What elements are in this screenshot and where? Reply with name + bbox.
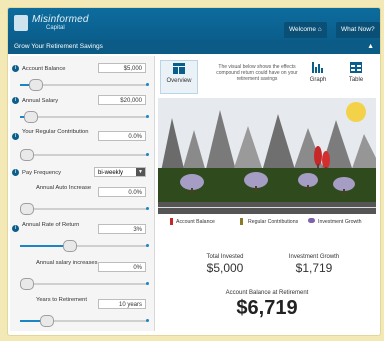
overview-note: The visual below shows the effects compo… [216,64,298,82]
control-label: Annual Auto Increase [36,185,92,191]
annual-auto-increase-slider[interactable] [20,203,149,215]
slider-fill [20,245,69,247]
info-circle-icon[interactable]: i [12,225,19,232]
regular-contribution-input[interactable]: 0.0% [98,131,146,141]
total-invested-value: $5,000 [206,261,244,275]
bar-chart-icon [312,62,323,73]
control-annual-salary: i Annual Salary $20,000 [10,94,154,124]
legend-investment-growth: Investment Growth [318,219,362,225]
tab-label: Table [348,77,364,83]
control-pay-frequency: i Pay Frequency bi-weekly ▼ [10,166,154,180]
account-balance-input[interactable]: $5,000 [98,63,146,73]
top-bar: Misinformed Capital Welcome ⌂ What Now? … [8,8,380,49]
info-circle-icon[interactable]: i [12,65,19,72]
home-icon: ⌂ [317,26,322,33]
sun-icon [346,102,366,122]
section-title: Grow Your Retirement Savings [14,43,103,50]
app-frame: Misinformed Capital Welcome ⌂ What Now? … [8,8,380,335]
results-panel: Overview The visual below shows the effe… [158,56,376,331]
slider-end-dot [146,115,149,118]
slider-thumb[interactable] [39,315,54,327]
slider-thumb[interactable] [62,240,77,252]
info-circle-icon[interactable]: i [12,133,19,140]
info-circle-icon[interactable]: i [12,97,19,104]
tab-overview[interactable]: Overview [160,60,198,94]
slider-thumb[interactable] [29,79,44,91]
info-circle-icon[interactable]: i [12,169,19,176]
slider-thumb[interactable] [20,149,35,161]
annual-salary-increases-slider[interactable] [20,278,149,290]
logo-mark-icon [14,15,28,31]
annual-salary-slider[interactable] [20,111,149,123]
years-to-retirement-slider[interactable] [20,315,149,327]
annual-auto-increase-input[interactable]: 0.0% [98,187,146,197]
tab-label: Graph [309,77,327,83]
slider-end-dot [146,244,149,247]
years-to-retirement-input[interactable]: 10 years [98,299,146,309]
balance-at-retirement-value: $6,719 [236,297,298,319]
annual-salary-increases-input[interactable]: 0% [98,262,146,272]
annual-salary-input[interactable]: $20,000 [98,95,146,105]
regular-contribution-slider[interactable] [20,149,149,161]
control-years-to-retirement: Years to Retirement 10 years [10,296,154,330]
section-header: Grow Your Retirement Savings ▲ [8,40,380,54]
slider-end-dot [146,153,149,156]
legend-swatch-regular-contributions [240,218,243,225]
investment-growth-value: $1,719 [295,261,333,275]
legend-swatch-investment-growth [308,218,315,223]
what-now-label: What Now? [341,26,375,33]
what-now-button[interactable]: What Now? ℹ [336,22,380,49]
tab-graph[interactable]: Graph [300,60,336,92]
tab-label: Overview [166,78,192,84]
legend-regular-contributions: Regular Contributions [248,219,299,225]
investment-growth-label: Investment Growth [288,254,340,260]
slider-thumb[interactable] [20,278,35,290]
control-regular-contribution: i Your Regular Contribution 0.0% [10,128,154,164]
legend-swatch-account-balance [170,218,173,225]
legend-account-balance: Account Balance [176,219,215,225]
control-annual-salary-increases: Annual salary increases 0% [10,259,154,293]
landscape-illustration [158,98,376,214]
total-invested-label: Total Invested [206,254,244,260]
balance-at-retirement-label: Account Balance at Retirement [225,290,309,296]
visual-legend: Account Balance Regular Contributions In… [158,216,376,228]
welcome-button[interactable]: Welcome ⌂ [284,22,327,38]
slider-end-dot [146,207,149,210]
control-label: Annual Salary [22,98,59,104]
tab-table[interactable]: Table [338,60,374,92]
brand-tagline: Capital [46,25,65,31]
pay-frequency-select[interactable]: bi-weekly ▼ [94,167,146,177]
table-icon [350,62,362,73]
control-annual-auto-increase: Annual Auto Increase 0.0% [10,184,154,218]
slider-end-dot [146,282,149,285]
annual-rate-of-return-slider[interactable] [20,240,149,252]
control-label: Your Regular Contribution [22,129,89,135]
pay-frequency-value: bi-weekly [98,170,124,176]
growth-visual [158,98,376,214]
chevron-up-icon[interactable]: ▲ [367,40,374,54]
annual-rate-of-return-input[interactable]: 3% [98,224,146,234]
control-label: Years to Retirement [36,297,88,303]
chevron-down-icon: ▼ [136,168,145,176]
layout-icon [173,63,185,74]
control-annual-rate-of-return: i Annual Rate of Return 3% [10,221,154,255]
control-label: Annual salary increases [36,260,98,266]
brand-logo: Misinformed Capital [14,13,89,35]
slider-thumb[interactable] [24,111,39,123]
slider-end-dot [146,83,149,86]
slider-end-dot [146,319,149,322]
control-label: Account Balance [22,66,66,72]
control-label: Annual Rate of Return [22,222,80,228]
control-account-balance: i Account Balance $5,000 [10,62,154,92]
balance-at-retirement-stat: Account Balance at Retirement $6,719 [202,290,332,320]
slider-thumb[interactable] [20,203,35,215]
view-tabs: Overview The visual below shows the effe… [158,56,376,98]
investment-growth-stat: Investment Growth $1,719 [274,254,354,275]
brand-name: Misinformed [32,14,89,25]
welcome-label: Welcome [289,26,316,33]
control-label: Pay Frequency [22,170,61,176]
controls-panel: i Account Balance $5,000 i Annual Salary… [10,56,155,331]
account-balance-slider[interactable] [20,79,149,91]
total-invested-stat: Total Invested $5,000 [190,254,260,275]
